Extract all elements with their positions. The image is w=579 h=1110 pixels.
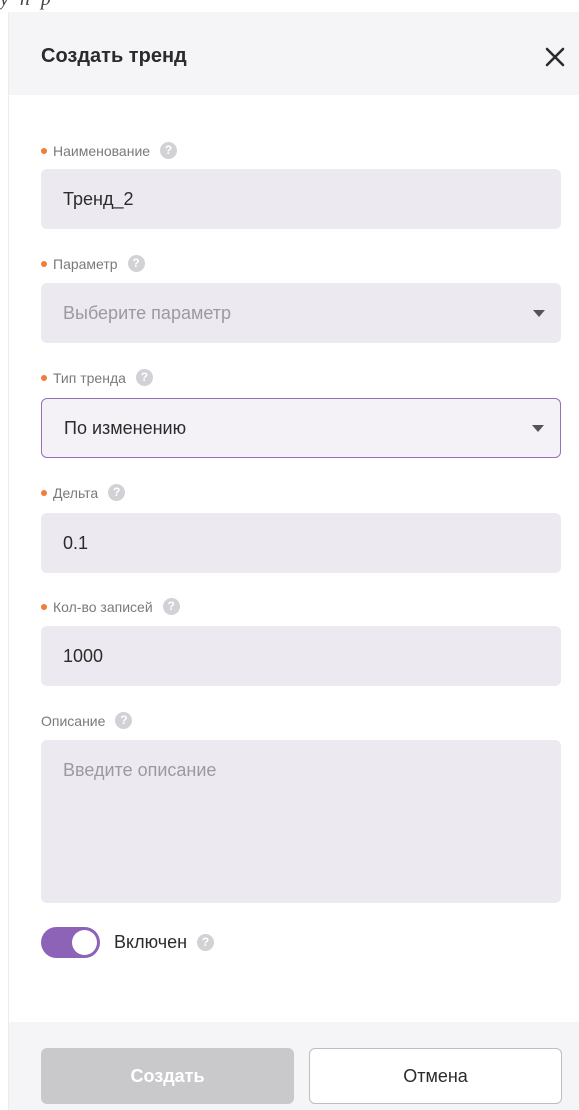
- required-marker: [41, 603, 47, 610]
- delta-input[interactable]: 0.1: [41, 513, 561, 573]
- enabled-toggle-label: Включен ?: [114, 932, 215, 953]
- create-trend-panel: Создать тренд Наименование ? Тренд_2 Пар…: [8, 12, 579, 1110]
- help-icon[interactable]: ?: [127, 255, 145, 272]
- description-label: Описание ?: [41, 712, 133, 729]
- help-icon[interactable]: ?: [160, 142, 178, 159]
- parameter-label: Параметр ?: [41, 255, 145, 272]
- trend-type-select[interactable]: По изменению: [41, 398, 561, 458]
- help-icon[interactable]: ?: [197, 934, 215, 951]
- required-marker: [41, 374, 47, 381]
- help-icon[interactable]: ?: [108, 484, 126, 501]
- records-count-input[interactable]: 1000: [41, 626, 561, 686]
- cropped-text-fragment: у п р: [0, 0, 300, 12]
- panel-footer: Создать Отмена: [9, 1022, 579, 1110]
- panel-header: Создать тренд: [9, 12, 579, 95]
- create-button[interactable]: Создать: [41, 1048, 294, 1104]
- parameter-select[interactable]: Выберите параметр: [41, 283, 561, 343]
- name-input[interactable]: Тренд_2: [41, 169, 561, 229]
- close-icon: [545, 47, 565, 67]
- page: у п р Создать тренд Наименование ? Тренд…: [0, 0, 579, 1110]
- required-marker: [41, 147, 47, 154]
- toggle-knob: [72, 930, 97, 955]
- help-icon[interactable]: ?: [162, 598, 180, 615]
- close-button[interactable]: [538, 40, 572, 74]
- delta-label: Дельта ?: [41, 484, 126, 501]
- help-icon[interactable]: ?: [115, 712, 133, 729]
- chevron-down-icon: [532, 425, 544, 432]
- description-textarea[interactable]: Введите описание: [41, 740, 561, 903]
- enabled-toggle[interactable]: [41, 927, 100, 958]
- records-count-label: Кол-во записей ?: [41, 598, 180, 615]
- panel-title: Создать тренд: [41, 45, 187, 67]
- help-icon[interactable]: ?: [135, 369, 153, 386]
- cancel-button[interactable]: Отмена: [309, 1048, 562, 1104]
- trend-type-label: Тип тренда ?: [41, 369, 153, 386]
- name-label: Наименование ?: [41, 142, 178, 159]
- required-marker: [41, 489, 47, 496]
- required-marker: [41, 260, 47, 267]
- chevron-down-icon: [533, 310, 545, 317]
